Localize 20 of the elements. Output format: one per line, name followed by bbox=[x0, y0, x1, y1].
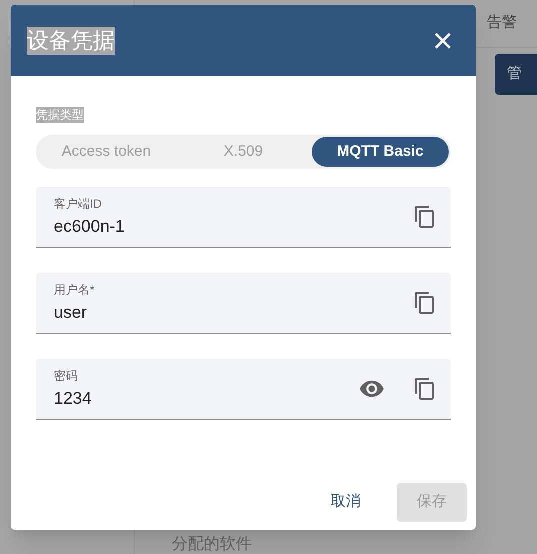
section-heading: 分配的软件 bbox=[172, 537, 253, 553]
close-icon[interactable] bbox=[434, 32, 452, 50]
tab-label[interactable]: 告警 bbox=[487, 12, 517, 35]
field-value: ec600n-1 bbox=[54, 216, 126, 238]
field-value: user bbox=[54, 302, 88, 324]
copy-icon[interactable] bbox=[413, 291, 437, 315]
text-field[interactable]: 密码 1234 bbox=[36, 359, 451, 420]
field-label: 密码 bbox=[54, 368, 79, 384]
copy-icon[interactable] bbox=[413, 205, 437, 229]
text-field[interactable]: 用户名* user bbox=[36, 273, 451, 334]
copy-icon[interactable] bbox=[413, 377, 437, 401]
cancel-button[interactable]: 取消 bbox=[311, 483, 381, 522]
action-button[interactable]: 管 bbox=[495, 54, 537, 95]
toggle-option[interactable]: MQTT Basic bbox=[312, 137, 449, 167]
field-label: 用户名* bbox=[54, 282, 96, 298]
dialog-title: 设备凭据 bbox=[27, 26, 115, 54]
field-value: 1234 bbox=[54, 388, 93, 410]
text-field[interactable]: 客户端ID ec600n-1 bbox=[36, 187, 451, 248]
field-label: 客户端ID bbox=[54, 196, 103, 212]
section-label: 凭据类型 bbox=[36, 107, 84, 123]
